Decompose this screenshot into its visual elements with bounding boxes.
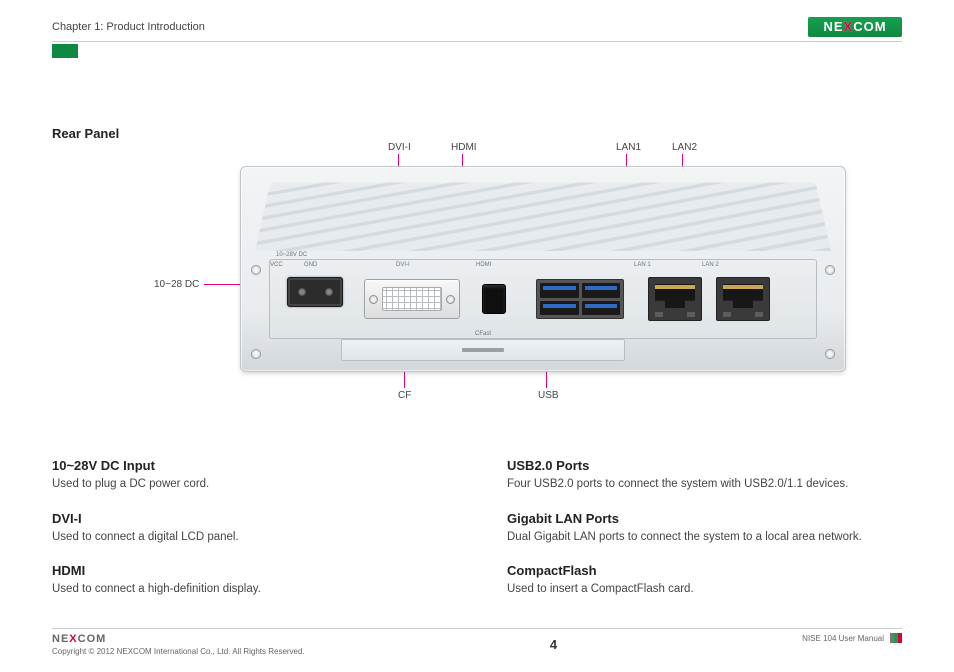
callout-hdmi: HDMI — [451, 142, 477, 153]
brand-text-right: COM — [78, 633, 107, 645]
callout-lan1: LAN1 — [616, 142, 641, 153]
screw-icon — [251, 265, 261, 275]
usb-port — [540, 283, 579, 298]
cfast-slot: CFast — [341, 339, 625, 361]
dc-terminal — [287, 277, 343, 307]
descriptions-right-column: USB2.0 Ports Four USB2.0 ports to connec… — [507, 458, 902, 616]
hdmi-port — [482, 284, 506, 314]
dc-pin — [298, 288, 306, 296]
desc-title: Gigabit LAN Ports — [507, 511, 902, 526]
dc-power-port — [280, 277, 350, 321]
dvi-connector — [382, 287, 442, 311]
brand-text-x: X — [844, 19, 854, 34]
callout-usb: USB — [538, 390, 559, 401]
device-chassis: 10~28V DC VCC GND DVI-I HDMI LAN 1 LAN 2 — [240, 166, 846, 372]
desc-dvi: DVI-I Used to connect a digital LCD pane… — [52, 511, 447, 546]
desc-usb: USB2.0 Ports Four USB2.0 ports to connec… — [507, 458, 902, 493]
dvi-screw-icon — [446, 295, 455, 304]
label-vcc: VCC — [270, 262, 283, 268]
usb-port — [540, 301, 579, 316]
desc-title: DVI-I — [52, 511, 447, 526]
label-cfast: CFast — [475, 331, 491, 337]
screw-icon — [251, 349, 261, 359]
dc-pin — [325, 288, 333, 296]
usb-port — [582, 283, 621, 298]
desc-title: USB2.0 Ports — [507, 458, 902, 473]
label-dvi-face: DVI-I — [396, 262, 410, 268]
brand-logo: NEXCOM — [808, 17, 902, 37]
brand-text-x: X — [69, 633, 77, 645]
desc-title: CompactFlash — [507, 563, 902, 578]
page-footer: NEXCOM Copyright © 2012 NEXCOM Internati… — [52, 628, 902, 656]
lan-led-icon — [755, 312, 763, 317]
desc-hdmi: HDMI Used to connect a high-definition d… — [52, 563, 447, 598]
desc-dc-input: 10~28V DC Input Used to plug a DC power … — [52, 458, 447, 493]
label-hdmi-face: HDMI — [476, 262, 491, 268]
section-title: Rear Panel — [52, 126, 119, 141]
desc-lan: Gigabit LAN Ports Dual Gigabit LAN ports… — [507, 511, 902, 546]
port-descriptions: 10~28V DC Input Used to plug a DC power … — [52, 458, 902, 616]
desc-text: Used to connect a digital LCD panel. — [52, 530, 447, 546]
label-dc-top: 10~28V DC — [276, 252, 307, 258]
desc-text: Used to connect a high-definition displa… — [52, 582, 447, 598]
label-gnd: GND — [304, 262, 317, 268]
callout-dvi: DVI-I — [388, 142, 411, 153]
descriptions-left-column: 10~28V DC Input Used to plug a DC power … — [52, 458, 447, 616]
lan-led-icon — [723, 312, 731, 317]
lan-led-icon — [687, 312, 695, 317]
page-header: Chapter 1: Product Introduction NEXCOM — [52, 16, 902, 42]
label-lan1-face: LAN 1 — [634, 262, 651, 268]
brand-text-left: NE — [52, 633, 69, 645]
lan2-port — [716, 277, 770, 321]
rear-panel-diagram: DVI-I HDMI LAN1 LAN2 10~28 DC CF USB 10~… — [148, 142, 868, 402]
chapter-title: Chapter 1: Product Introduction — [52, 21, 205, 33]
lan1-port — [648, 277, 702, 321]
page-number: 4 — [550, 637, 557, 652]
dvi-port — [364, 279, 460, 319]
header-accent-tab — [52, 44, 78, 58]
lan-port-group — [648, 277, 770, 321]
screw-icon — [825, 265, 835, 275]
brand-text-right: COM — [853, 19, 886, 34]
usb-port — [582, 301, 621, 316]
desc-compactflash: CompactFlash Used to insert a CompactFla… — [507, 563, 902, 598]
desc-text: Dual Gigabit LAN ports to connect the sy… — [507, 530, 902, 546]
rear-face-inner: 10~28V DC VCC GND DVI-I HDMI LAN 1 LAN 2 — [270, 260, 816, 338]
desc-title: HDMI — [52, 563, 447, 578]
callout-lan2: LAN2 — [672, 142, 697, 153]
screw-icon — [825, 349, 835, 359]
footer-left: NEXCOM Copyright © 2012 NEXCOM Internati… — [52, 633, 305, 656]
brand-stripes-icon — [890, 633, 902, 643]
brand-text-left: NE — [823, 19, 843, 34]
copyright-text: Copyright © 2012 NEXCOM International Co… — [52, 647, 305, 656]
heatsink-fins — [255, 182, 831, 251]
usb-port-block — [536, 279, 624, 319]
lan-led-icon — [655, 312, 663, 317]
footer-right: NISE 104 User Manual — [802, 633, 902, 643]
label-lan2-face: LAN 2 — [702, 262, 719, 268]
document-title: NISE 104 User Manual — [802, 634, 884, 643]
callout-dc: 10~28 DC — [154, 279, 199, 290]
desc-text: Used to insert a CompactFlash card. — [507, 582, 902, 598]
dvi-screw-icon — [369, 295, 378, 304]
desc-title: 10~28V DC Input — [52, 458, 447, 473]
callout-cf: CF — [398, 390, 411, 401]
footer-brand-logo: NEXCOM — [52, 633, 305, 645]
desc-text: Four USB2.0 ports to connect the system … — [507, 477, 902, 493]
rear-face: 10~28V DC VCC GND DVI-I HDMI LAN 1 LAN 2 — [269, 259, 817, 339]
desc-text: Used to plug a DC power cord. — [52, 477, 447, 493]
